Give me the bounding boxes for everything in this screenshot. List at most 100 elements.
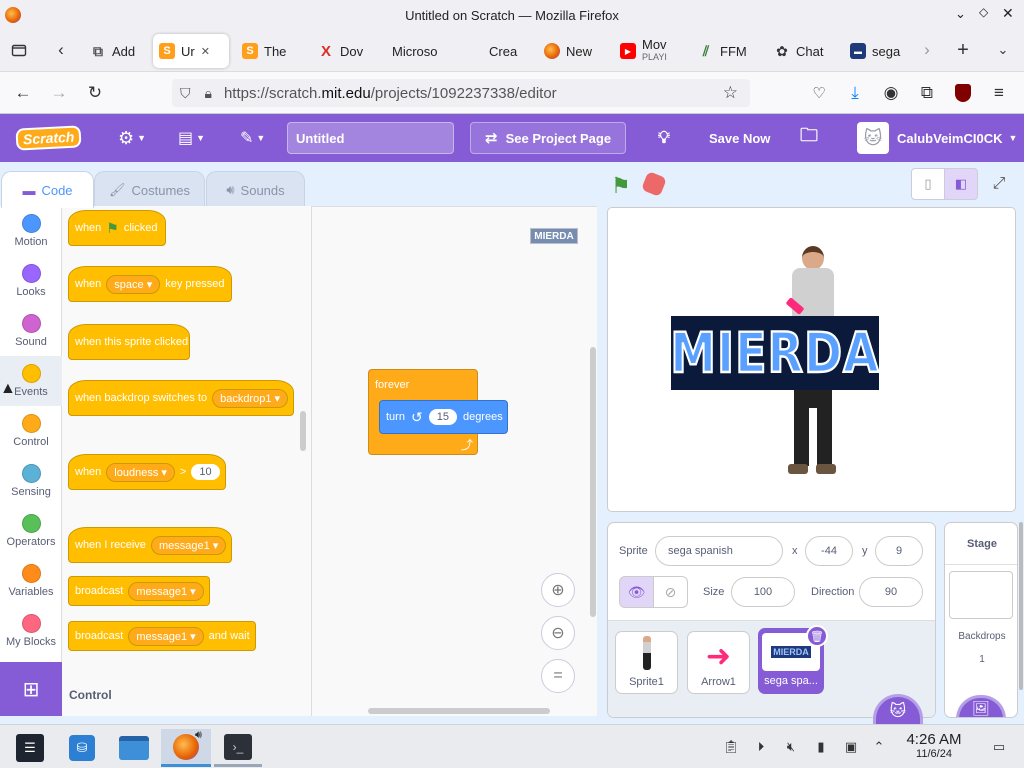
tab-code[interactable]: ▬ Code — [1, 171, 94, 208]
tab-movie[interactable]: ▶ Mov PLAYI — [614, 34, 678, 68]
taskbar-app-discover[interactable]: ⛁ — [60, 729, 104, 767]
taskbar-app-terminal[interactable]: ›_ — [214, 729, 262, 767]
block-when-sprite-clicked[interactable]: when this sprite clicked — [68, 324, 190, 360]
minimize-icon[interactable]: ⌄ — [955, 6, 966, 22]
app-menu-icon[interactable]: ≡ — [986, 80, 1012, 106]
category-motion[interactable]: Motion — [0, 206, 62, 256]
lightbulb-icon[interactable]: 💡︎ — [658, 114, 670, 162]
block-turn-degrees[interactable]: turn ↺ 15 degrees — [379, 400, 508, 434]
tab-the[interactable]: S The — [236, 34, 296, 68]
see-project-page-button[interactable]: ⇄ See Project Page — [470, 122, 627, 154]
script-area[interactable]: MIERDA forever ⤴ turn ↺ 15 degrees ⊕ ⊖ = — [312, 206, 597, 716]
forward-icon[interactable]: → — [46, 80, 72, 106]
zoom-reset-button[interactable]: = — [541, 659, 575, 693]
number-input[interactable]: 10 — [191, 464, 220, 480]
category-control[interactable]: Control — [0, 406, 62, 456]
media-play-icon[interactable]: ⏵ — [752, 738, 770, 756]
network-icon[interactable]: ▣ — [842, 738, 860, 756]
tab-add[interactable]: ⧉ Add — [84, 34, 144, 68]
backdrop-thumbnail[interactable] — [949, 571, 1013, 619]
block-when-key-pressed[interactable]: when space ▾ key pressed — [68, 266, 232, 302]
show-desktop-icon[interactable]: ▭ — [990, 738, 1008, 756]
settings-menu[interactable]: ⚙ ▼ — [118, 114, 146, 162]
direction-input[interactable]: 90 — [859, 577, 923, 607]
extensions-icon[interactable]: ⧉ — [914, 80, 940, 106]
stop-icon[interactable] — [640, 170, 668, 198]
my-stuff-folder-icon[interactable]: 🗀 — [800, 114, 818, 162]
delete-sprite-button[interactable]: 🗑︎ — [806, 625, 828, 647]
file-menu[interactable]: ▤ ▼ — [178, 114, 205, 162]
vertical-scrollbar[interactable] — [590, 347, 596, 617]
category-sensing[interactable]: Sensing — [0, 456, 62, 506]
taskbar-app-files[interactable] — [112, 729, 156, 767]
tab-microsoft[interactable]: Microso — [386, 34, 450, 68]
lock-icon[interactable]: 🔒︎ — [205, 85, 212, 102]
save-now-button[interactable]: Save Now — [709, 114, 770, 162]
tab-untitled-scratch[interactable]: S Ur ✕ — [153, 34, 229, 68]
reload-icon[interactable]: ↻ — [82, 80, 108, 106]
message-dropdown[interactable]: message1 ▾ — [150, 535, 227, 555]
account-icon[interactable]: ◉ — [878, 80, 904, 106]
clipboard-icon[interactable]: 📋︎ — [722, 738, 740, 756]
y-input[interactable]: 9 — [875, 536, 923, 566]
block-when-flag-clicked[interactable]: when ⚑ clicked — [68, 210, 166, 246]
scroll-tabs-left-icon[interactable]: ‹ — [48, 37, 74, 63]
clock[interactable]: 4:26 AM 11/6/24 — [896, 731, 972, 760]
block-when-loudness[interactable]: when loudness ▾ > 10 — [68, 454, 226, 490]
block-broadcast-and-wait[interactable]: broadcast message1 ▾ and wait — [68, 621, 256, 651]
palette-scrollbar[interactable] — [300, 411, 306, 451]
edit-menu[interactable]: ✎ ▼ — [240, 114, 265, 162]
tab-costumes[interactable]: 🖌︎ Costumes — [94, 171, 205, 208]
tab-ffmpeg[interactable]: ⫽ FFM — [692, 34, 756, 68]
tab-overview-icon[interactable] — [6, 37, 32, 63]
show-hidden-icons-icon[interactable]: ⌃ — [870, 738, 888, 756]
block-when-backdrop-switches[interactable]: when backdrop switches to backdrop1 ▾ — [68, 380, 294, 416]
zoom-out-button[interactable]: ⊖ — [541, 616, 575, 650]
category-operators[interactable]: Operators — [0, 506, 62, 556]
list-all-tabs-icon[interactable]: ⌄ — [990, 37, 1016, 63]
degrees-input[interactable]: 15 — [428, 409, 457, 425]
maximize-icon[interactable]: ◇ — [979, 5, 988, 19]
sprite-name-input[interactable]: sega spanish — [655, 536, 783, 566]
stage-selector-panel[interactable]: Stage Backdrops 1 🖼︎ — [944, 522, 1018, 718]
new-tab-icon[interactable]: + — [950, 37, 976, 63]
project-title-input[interactable]: Untitled — [287, 122, 454, 154]
tab-download[interactable]: X Dov — [312, 34, 372, 68]
close-tab-icon[interactable]: ✕ — [201, 45, 210, 58]
sprite-sega-banner[interactable]: MIERDA — [669, 316, 880, 390]
x-input[interactable]: -44 — [805, 536, 853, 566]
start-menu-button[interactable]: ☰ — [8, 729, 52, 767]
block-when-i-receive[interactable]: when I receive message1 ▾ — [68, 527, 232, 563]
category-my-blocks[interactable]: My Blocks — [0, 606, 62, 656]
backdrop-dropdown[interactable]: backdrop1 ▾ — [212, 388, 289, 408]
ublock-icon[interactable] — [950, 80, 976, 106]
fullscreen-icon[interactable]: ⤢ — [984, 168, 1014, 200]
sprite-thumb-sprite1[interactable]: Sprite1 — [615, 631, 678, 694]
scroll-tabs-right-icon[interactable]: › — [914, 37, 940, 63]
key-dropdown[interactable]: space ▾ — [106, 274, 161, 294]
hide-sprite-button[interactable]: ⊘ — [653, 576, 688, 608]
tab-sega[interactable]: ▬ sega — [844, 34, 908, 68]
normal-stage-button[interactable]: ◧ — [944, 168, 978, 200]
downloads-icon[interactable]: ⤓ — [842, 80, 868, 106]
block-broadcast[interactable]: broadcast message1 ▾ — [68, 576, 210, 606]
volume-muted-icon[interactable]: 🔇︎ — [782, 738, 800, 756]
message-dropdown[interactable]: message1 ▾ — [128, 626, 204, 646]
close-window-icon[interactable]: ✕ — [1002, 5, 1014, 22]
pocket-icon[interactable]: ♡ — [806, 80, 832, 106]
category-variables[interactable]: Variables — [0, 556, 62, 606]
battery-icon[interactable]: ▮ — [812, 738, 830, 756]
category-sound[interactable]: Sound — [0, 306, 62, 356]
sensor-dropdown[interactable]: loudness ▾ — [106, 462, 175, 482]
zoom-in-button[interactable]: ⊕ — [541, 573, 575, 607]
add-extension-button[interactable]: ⊞ — [0, 662, 62, 716]
message-dropdown[interactable]: message1 ▾ — [128, 581, 204, 601]
bookmark-star-icon[interactable]: ☆ — [723, 83, 738, 103]
tab-new[interactable]: New — [538, 34, 602, 68]
back-icon[interactable]: ← — [10, 80, 36, 106]
tab-create[interactable]: Crea — [462, 34, 526, 68]
page-scrollbar[interactable] — [1019, 522, 1023, 690]
taskbar-app-firefox[interactable]: 🔊︎ — [161, 729, 211, 767]
category-looks[interactable]: Looks — [0, 256, 62, 306]
tab-chatgpt[interactable]: ✿ Chat — [768, 34, 832, 68]
